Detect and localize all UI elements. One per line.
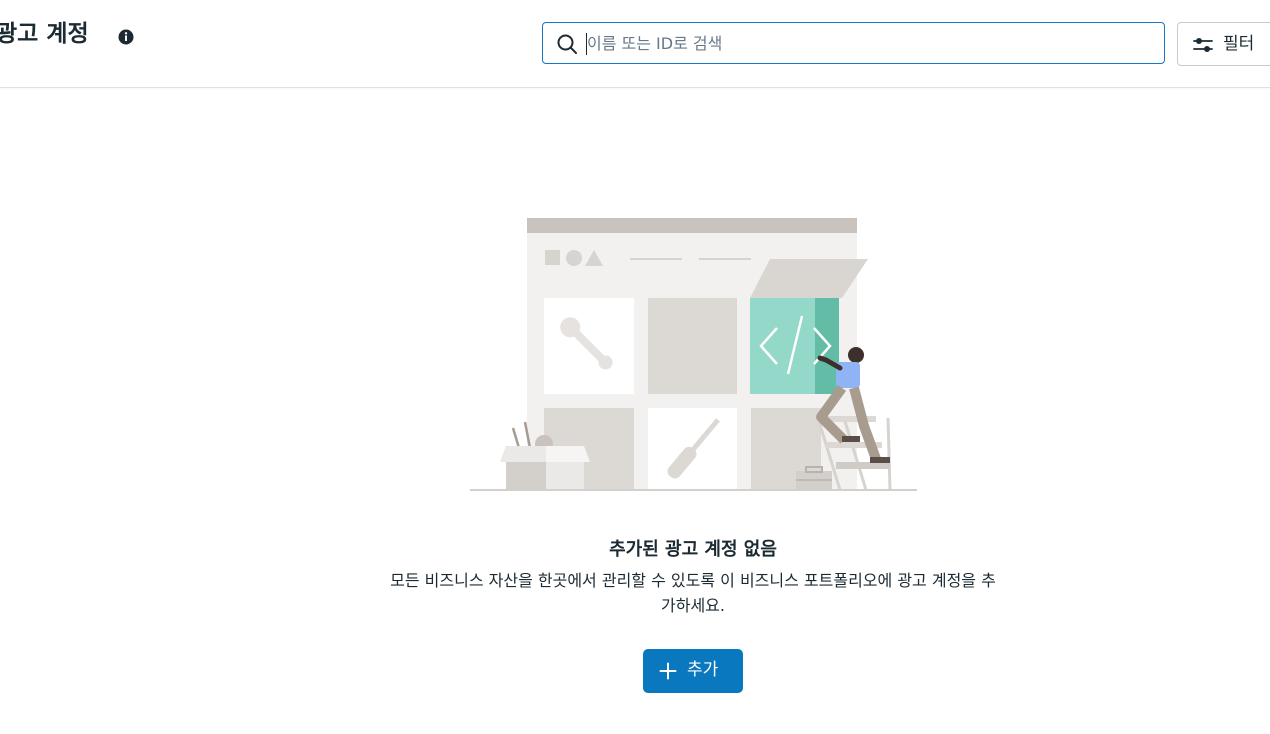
search-input[interactable] (587, 29, 1147, 57)
empty-state-description: 모든 비즈니스 자산을 한곳에서 관리할 수 있도록 이 비즈니스 포트폴리오에… (390, 571, 996, 615)
search-icon (557, 34, 577, 54)
sliders-icon (1193, 38, 1213, 52)
empty-state-title: 추가된 광고 계정 없음 (609, 539, 777, 560)
filter-label: 필터 (1223, 34, 1255, 54)
plus-icon (659, 662, 677, 680)
info-circle-icon[interactable] (117, 28, 135, 46)
add-button-label: 추가 (687, 660, 719, 680)
add-button[interactable]: 추가 (643, 649, 743, 693)
page-header: 광고 계정 필터 (0, 0, 1270, 88)
filter-button[interactable]: 필터 (1177, 22, 1270, 66)
developer-coding-illustration (470, 218, 917, 491)
page-title: 광고 계정 (0, 21, 89, 47)
search-box[interactable] (542, 22, 1165, 64)
